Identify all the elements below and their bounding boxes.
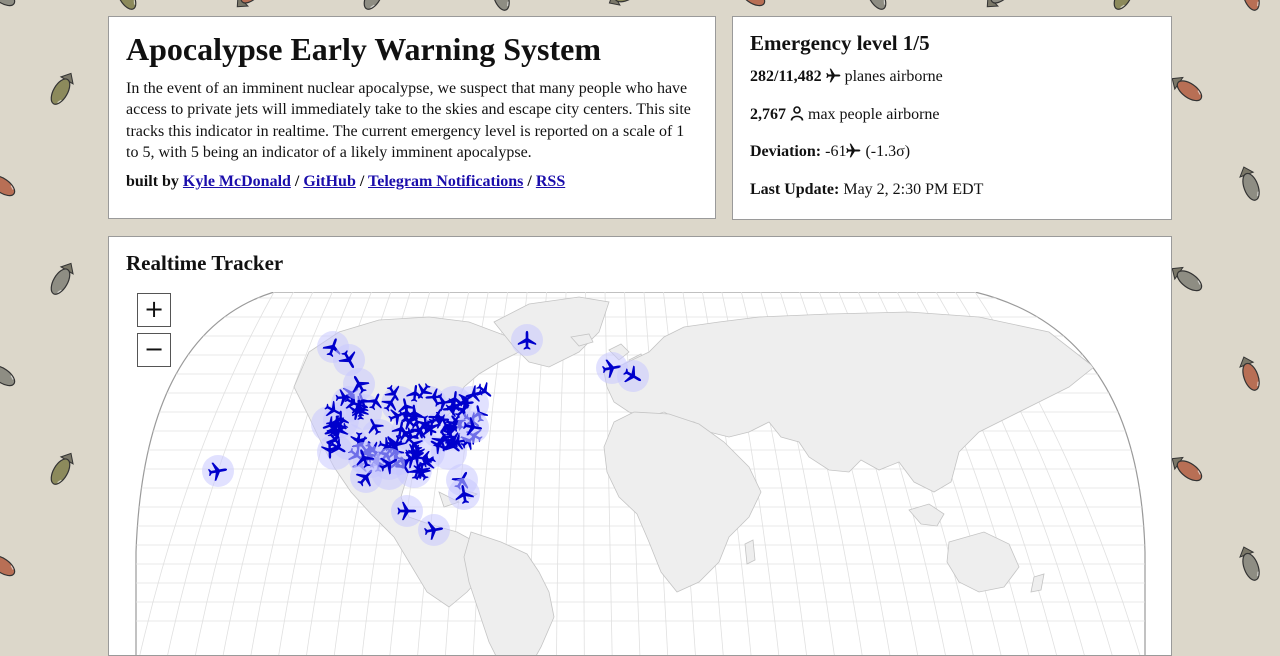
bomb-icon: [0, 175, 20, 197]
bomb-icon: [480, 0, 520, 11]
bomb-icon: [105, 0, 145, 10]
map-globe: [135, 292, 1146, 655]
rss-link[interactable]: RSS: [536, 173, 565, 190]
people-airborne-stat: 2,767 max people airborne: [750, 104, 1154, 142]
bomb-icon: [0, 365, 20, 387]
bomb-icon: [42, 452, 82, 485]
last-update-label: Last Update:: [750, 180, 840, 198]
credits-line: built by Kyle McDonald / GitHub / Telegr…: [126, 173, 698, 191]
bomb-icon: [1167, 266, 1207, 292]
bomb-icon: [1230, 546, 1270, 581]
planes-count: 282/11,482: [750, 68, 822, 86]
zoom-in-button[interactable]: +: [137, 293, 171, 327]
deviation-label: Deviation:: [750, 143, 822, 161]
person-icon: [790, 105, 804, 128]
link-separator: /: [527, 172, 532, 190]
bomb-icon: [1230, 166, 1270, 201]
planes-airborne-stat: 282/11,482 planes airborne: [750, 66, 1154, 104]
bomb-icon: [355, 0, 395, 10]
bomb-icon: [230, 0, 270, 8]
intro-panel: Apocalypse Early Warning System In the e…: [108, 16, 716, 219]
tracker-title: Realtime Tracker: [126, 251, 284, 275]
people-count: 2,767: [750, 105, 786, 123]
bomb-icon: [42, 262, 82, 295]
link-separator: /: [359, 172, 365, 190]
deviation-sigma: (-1.3σ): [865, 143, 911, 161]
bomb-icon: [855, 0, 895, 10]
intro-description: In the event of an imminent nuclear apoc…: [126, 79, 691, 162]
telegram-link[interactable]: Telegram Notifications: [368, 173, 523, 190]
bomb-icon: [42, 72, 82, 105]
bomb-icon: [1167, 76, 1207, 102]
emergency-level-heading: Emergency level 1/5: [750, 31, 930, 55]
planes-label: planes airborne: [844, 68, 943, 86]
bomb-icon: [0, 0, 20, 7]
bomb-icon: [1105, 0, 1145, 10]
bomb-icon: [730, 0, 770, 7]
author-link[interactable]: Kyle McDonald: [183, 173, 291, 190]
bomb-icon: [980, 0, 1020, 8]
bomb-icon: [0, 555, 20, 577]
built-by-label: built by: [126, 172, 179, 190]
deviation-value: -61: [825, 143, 847, 161]
page-title: Apocalypse Early Warning System: [126, 31, 601, 67]
zoom-out-button[interactable]: −: [137, 333, 171, 367]
deviation-stat: Deviation: -61 (-1.3σ): [750, 141, 1154, 179]
bomb-icon: [605, 0, 645, 6]
status-panel: Emergency level 1/5 282/11,482 planes ai…: [732, 16, 1172, 220]
bomb-icon: [1230, 0, 1270, 11]
people-label: max people airborne: [808, 105, 940, 123]
realtime-tracker-panel: Realtime Tracker + −: [108, 236, 1172, 656]
last-update-stat: Last Update: May 2, 2:30 PM EDT: [750, 179, 1154, 217]
bomb-icon: [1167, 456, 1207, 482]
bomb-icon: [1230, 356, 1270, 391]
github-link[interactable]: GitHub: [303, 173, 355, 190]
world-map[interactable]: [109, 292, 1171, 656]
link-separator: /: [294, 172, 300, 190]
last-update-value: May 2, 2:30 PM EDT: [843, 180, 984, 198]
airplane-icon: [825, 68, 841, 90]
airplane-icon: [846, 143, 861, 165]
